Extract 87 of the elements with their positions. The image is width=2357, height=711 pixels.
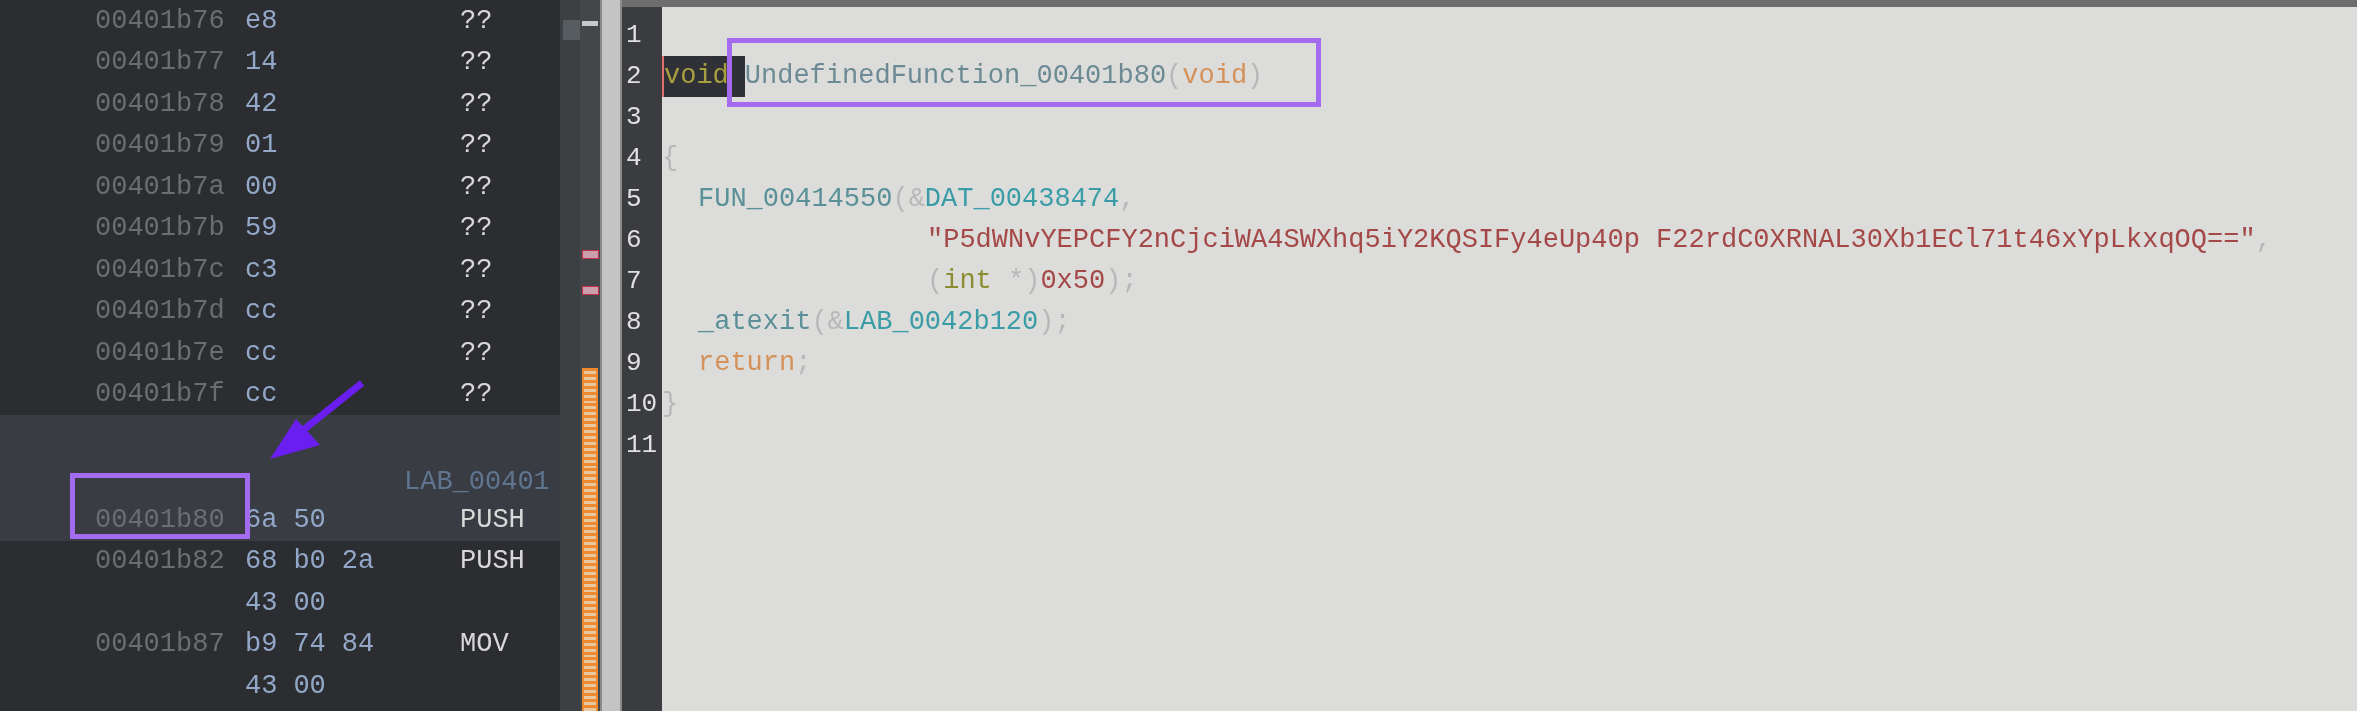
- mnemonic-text: ??: [460, 296, 493, 327]
- byte-text: e8: [245, 5, 278, 36]
- code-token: FUN_00414550: [698, 184, 893, 214]
- byte-text: 84: [341, 629, 375, 660]
- code-token: (&: [811, 307, 844, 337]
- address-text: 00401b79: [95, 130, 226, 161]
- mnemonic-text: ??: [460, 88, 493, 119]
- line-number: 10: [625, 388, 659, 421]
- code-token: LAB_0042b120: [843, 307, 1039, 337]
- overview-marker: [582, 286, 599, 295]
- address-text: 00401b82: [95, 546, 226, 577]
- byte-text: 00: [293, 587, 326, 618]
- address-text: 00401b7e: [95, 337, 226, 368]
- mnemonic-text: ??: [460, 47, 493, 78]
- byte-text: b0: [293, 546, 326, 577]
- line-number: 8: [625, 306, 643, 339]
- byte-text: 74: [293, 629, 326, 660]
- byte-text: cc: [245, 379, 278, 410]
- address-text: 00401b77: [95, 47, 226, 78]
- code-token: 0x50: [1040, 266, 1106, 296]
- address-text: 00401b78: [95, 88, 226, 119]
- byte-text: 50: [293, 504, 326, 535]
- mnemonic-text: PUSH: [460, 546, 525, 577]
- mnemonic-text: ??: [460, 130, 493, 161]
- code-token: ,: [2255, 225, 2272, 255]
- byte-text: 01: [245, 130, 278, 161]
- mnemonic-text: ??: [460, 213, 493, 244]
- mnemonic-text: ??: [460, 171, 493, 202]
- line-number: 9: [625, 347, 643, 380]
- address-text: 00401b7d: [95, 296, 226, 327]
- code-token: void: [662, 56, 745, 97]
- line-number: 11: [625, 429, 659, 462]
- mnemonic-text: ??: [460, 5, 493, 36]
- byte-text: 42: [245, 88, 278, 119]
- scroll-thumb[interactable]: [563, 20, 580, 40]
- code-token: );: [1105, 266, 1138, 296]
- line-number: 2: [625, 60, 643, 93]
- code-token: int: [943, 266, 992, 296]
- line-number: 1: [625, 19, 643, 52]
- address-text: 00401b7f: [95, 379, 226, 410]
- code-token: DAT_00438474: [924, 184, 1120, 214]
- byte-text: 43: [245, 670, 278, 701]
- mnemonic-text: ??: [460, 254, 493, 285]
- code-token: void: [1182, 61, 1248, 91]
- code-token: return: [698, 348, 796, 378]
- code-token: ;: [795, 348, 812, 378]
- byte-text: 68: [245, 546, 278, 577]
- label-text: LAB_00401: [404, 467, 550, 497]
- code-token: (&: [892, 184, 925, 214]
- code-token: "P5dWNvYEPCFY2nCjciWA4SWXhq5iY2KQSIFy4eUp40p F22rdC0XRNAL30Xb1ECl71t46xYpLkxqOQ==": [927, 225, 2256, 255]
- line-number: 7: [625, 265, 643, 298]
- code-token: (: [1166, 61, 1183, 91]
- code-token: );: [1038, 307, 1071, 337]
- overview-marker: [582, 21, 598, 26]
- byte-text: cc: [245, 296, 278, 327]
- byte-text: cc: [245, 337, 278, 368]
- code-token: ,: [1119, 184, 1136, 214]
- address-text: 00401b87: [95, 629, 226, 660]
- mnemonic-text: PUSH: [460, 504, 525, 535]
- address-text: 00401b7a: [95, 171, 226, 202]
- byte-text: 43: [245, 587, 278, 618]
- byte-text: 14: [245, 47, 278, 78]
- byte-text: 00: [293, 670, 326, 701]
- byte-text: c3: [245, 254, 278, 285]
- line-number: 4: [625, 142, 643, 175]
- byte-text: 2a: [341, 546, 375, 577]
- line-number: 5: [625, 183, 643, 216]
- line-number: 3: [625, 101, 643, 134]
- address-text: 00401b7b: [95, 213, 226, 244]
- line-number: 6: [625, 224, 643, 257]
- address-text: 00401b76: [95, 5, 226, 36]
- code-token: ): [1247, 61, 1264, 91]
- byte-text: 00: [245, 171, 278, 202]
- code-token: }: [662, 389, 679, 419]
- overview-marker: [582, 250, 599, 259]
- byte-text: 59: [245, 213, 278, 244]
- address-text: 00401b7c: [95, 254, 226, 285]
- code-token: {: [662, 143, 679, 173]
- mnemonic-text: MOV: [460, 629, 509, 660]
- code-token: (: [927, 266, 944, 296]
- mnemonic-text: ??: [460, 337, 493, 368]
- code-token: *): [1007, 266, 1041, 296]
- code-token: _atexit: [698, 307, 812, 337]
- scrollbar[interactable]: [560, 0, 600, 711]
- code-token: UndefinedFunction_00401b80: [744, 61, 1167, 91]
- mnemonic-text: ??: [460, 379, 493, 410]
- byte-text: b9: [245, 629, 278, 660]
